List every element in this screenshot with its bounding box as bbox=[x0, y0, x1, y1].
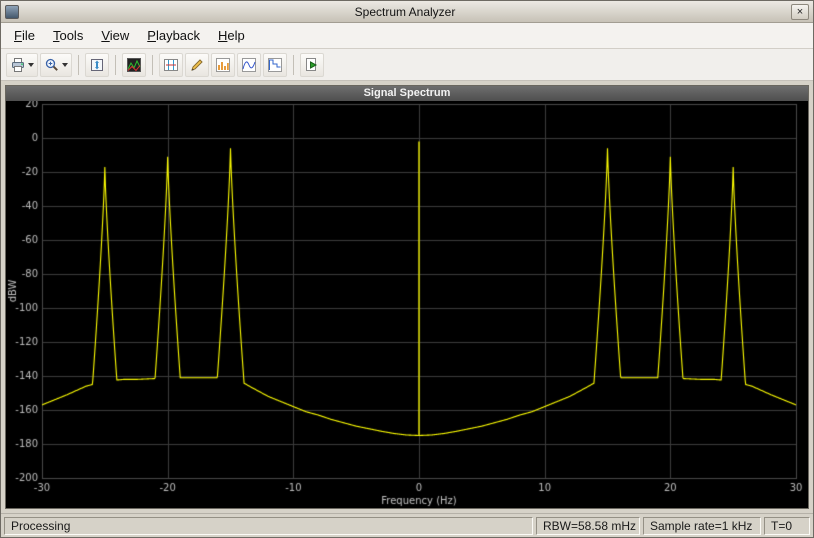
full-span-icon bbox=[89, 57, 105, 73]
window-icon[interactable] bbox=[5, 4, 19, 19]
print-icon bbox=[10, 57, 26, 73]
signal-statistics-button[interactable] bbox=[237, 52, 261, 77]
toolbar bbox=[1, 49, 813, 81]
distortion-measurements-icon bbox=[215, 57, 231, 73]
titlebar[interactable]: Spectrum Analyzer × bbox=[1, 1, 813, 23]
full-span-button[interactable] bbox=[85, 52, 109, 77]
close-button[interactable]: × bbox=[791, 3, 809, 20]
status-processing: Processing bbox=[4, 516, 533, 535]
menu-item-view[interactable]: View bbox=[92, 24, 138, 47]
zoom-button[interactable] bbox=[40, 52, 72, 77]
peak-finder-icon bbox=[189, 57, 205, 73]
figure-area: Signal Spectrum bbox=[1, 81, 813, 513]
status-sample-rate: Sample rate=1 kHz bbox=[643, 516, 761, 535]
status-time: T=0 bbox=[764, 516, 810, 535]
zoom-icon bbox=[44, 57, 60, 73]
peak-finder-button[interactable] bbox=[185, 52, 209, 77]
spectrum-settings-icon bbox=[126, 57, 142, 73]
print-button[interactable] bbox=[6, 52, 38, 77]
cursor-measurements-button[interactable] bbox=[159, 52, 183, 77]
cursor-measurements-icon bbox=[163, 57, 179, 73]
plot-title: Signal Spectrum bbox=[6, 86, 808, 101]
menu-item-playback[interactable]: Playback bbox=[138, 24, 209, 47]
plot-panel: Signal Spectrum bbox=[5, 85, 809, 509]
toolbar-separator bbox=[115, 54, 116, 75]
step-forward-icon bbox=[304, 57, 320, 73]
distortion-measurements-button[interactable] bbox=[211, 52, 235, 77]
status-rbw: RBW=58.58 mHz bbox=[536, 516, 640, 535]
dropdown-caret-icon bbox=[62, 62, 68, 67]
menubar: File Tools View Playback Help bbox=[1, 23, 813, 49]
toolbar-separator bbox=[152, 54, 153, 75]
plot-canvas-wrap bbox=[6, 101, 808, 508]
menu-item-tools[interactable]: Tools bbox=[44, 24, 92, 47]
spectrum-analyzer-window: Spectrum Analyzer × File Tools View Play… bbox=[0, 0, 814, 538]
ccdf-measurements-icon bbox=[267, 57, 283, 73]
toolbar-separator bbox=[78, 54, 79, 75]
signal-statistics-icon bbox=[241, 57, 257, 73]
dropdown-caret-icon bbox=[28, 62, 34, 67]
toolbar-separator bbox=[293, 54, 294, 75]
menu-item-file[interactable]: File bbox=[5, 24, 44, 47]
statusbar: Processing RBW=58.58 mHz Sample rate=1 k… bbox=[1, 513, 813, 537]
step-forward-button[interactable] bbox=[300, 52, 324, 77]
menu-item-help[interactable]: Help bbox=[209, 24, 254, 47]
ccdf-measurements-button[interactable] bbox=[263, 52, 287, 77]
spectrum-canvas[interactable] bbox=[6, 101, 808, 508]
spectrum-settings-button[interactable] bbox=[122, 52, 146, 77]
window-title: Spectrum Analyzer bbox=[354, 4, 456, 19]
